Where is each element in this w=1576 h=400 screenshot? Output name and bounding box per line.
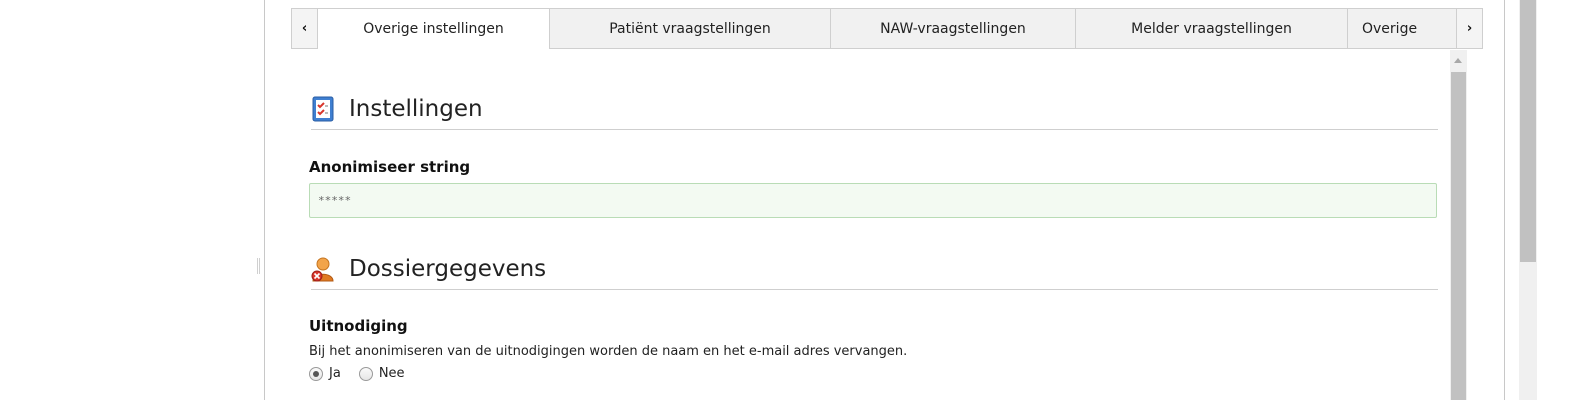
user-remove-icon [311,256,335,282]
tab-label: Melder vraagstellingen [1131,20,1292,37]
radio-button-unchecked[interactable] [358,366,373,381]
tab-list: Overige instellingen Patiënt vraagstelli… [318,8,1456,49]
page-scrollbar-thumb[interactable] [1520,0,1536,262]
radio-nee[interactable]: Nee [358,366,405,381]
radio-button-checked[interactable] [309,366,323,381]
tab-overige[interactable]: Overige [1348,8,1456,49]
tab-scroll-right-button[interactable]: › [1456,8,1483,49]
section-title: Dossiergegevens [349,255,547,282]
tab-content-panel: Instellingen Anonimiseer string Dossierg… [292,50,1447,400]
anonimiseer-string-label: Anonimiseer string [309,158,471,176]
uitnodiging-radio-group: Ja Nee [309,366,423,381]
tab-naw-vraagstellingen[interactable]: NAW-vraagstellingen [831,8,1076,49]
radio-ja[interactable]: Ja [309,366,341,381]
uitnodiging-label: Uitnodiging [309,317,408,335]
page-scrollbar[interactable] [1519,0,1537,400]
uitnodiging-description: Bij het anonimiseren van de uitnodiginge… [309,344,908,359]
checklist-icon [311,96,335,122]
radio-label: Nee [378,366,405,381]
section-header-dossiergegevens: Dossiergegevens [311,248,1438,290]
tab-label: Overige instellingen [363,21,504,37]
radio-label: Ja [329,366,341,381]
tab-label: Patiënt vraagstellingen [609,20,771,37]
panel-splitter-handle[interactable] [257,258,260,274]
chevron-right-icon: › [1466,21,1473,36]
tab-strip: ‹ Overige instellingen Patiënt vraagstel… [291,8,1483,49]
chevron-left-icon: ‹ [301,21,308,36]
tab-scroll-left-button[interactable]: ‹ [291,8,318,49]
page: ‹ Overige instellingen Patiënt vraagstel… [0,0,1576,400]
content-scrollbar[interactable] [1450,50,1467,400]
section-title: Instellingen [349,95,483,122]
scroll-up-arrow-icon[interactable] [1454,58,1462,63]
anonimiseer-string-input[interactable] [309,183,1437,218]
tab-overige-instellingen[interactable]: Overige instellingen [318,8,550,49]
tab-label: Overige [1362,20,1418,37]
tab-patient-vraagstellingen[interactable]: Patiënt vraagstellingen [550,8,831,49]
tab-label: NAW-vraagstellingen [880,20,1026,37]
tab-melder-vraagstellingen[interactable]: Melder vraagstellingen [1076,8,1348,49]
scrollbar-thumb[interactable] [1451,72,1466,400]
section-header-instellingen: Instellingen [311,88,1438,130]
